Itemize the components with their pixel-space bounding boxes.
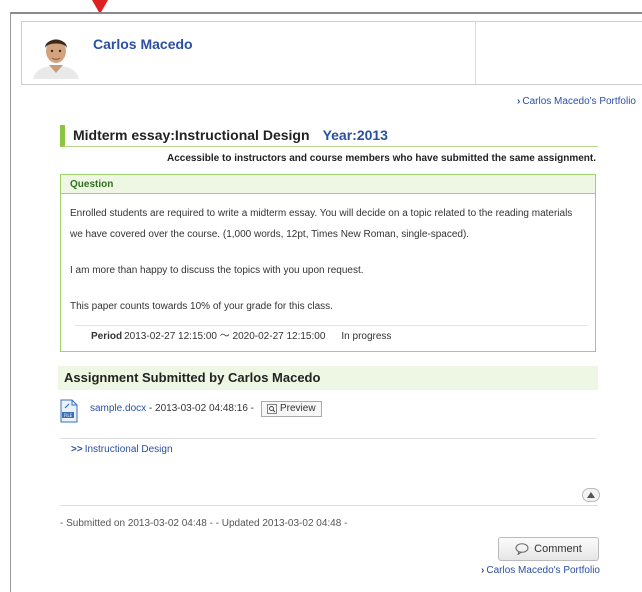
course-link-label: Instructional Design [84,444,173,455]
speech-bubble-icon [515,543,529,555]
question-paragraph: Enrolled students are required to write … [70,208,573,240]
question-body: Enrolled students are required to write … [61,194,595,317]
question-box: Question Enrolled students are required … [60,174,596,352]
avatar [31,29,81,79]
triangle-up-icon [587,492,595,498]
portfolio-link-top-label: Carlos Macedo's Portfolio [522,96,636,107]
profile-header: Carlos Macedo [21,21,642,85]
assignment-title-bar: Midterm essay:Instructional Design Year:… [60,125,598,147]
submission-info: - Submitted on 2013-03-02 04:48 - - Upda… [60,518,348,529]
file-meta: - 2013-03-02 04:48:16 - [146,403,254,414]
profile-name[interactable]: Carlos Macedo [93,36,193,52]
question-header: Question [61,175,595,194]
svg-text:FILE: FILE [64,413,73,418]
period-row: Period 2013-02-27 12:15:00 ～ 2020-02-27 1… [75,325,587,347]
access-note: Accessible to instructors and course mem… [166,153,596,164]
divider [60,505,598,506]
submission-heading: Assignment Submitted by Carlos Macedo [58,366,598,390]
scroll-top-button[interactable] [582,488,600,502]
period-value: 2013-02-27 12:15:00 ～ 2020-02-27 12:15:0… [124,331,326,342]
double-chevron-icon: >> [71,444,83,455]
period-label: Period [91,331,123,342]
file-name[interactable]: sample.docx [90,403,146,414]
portfolio-link-bottom[interactable]: › Carlos Macedo's Portfolio [481,565,600,576]
preview-label: Preview [280,403,316,414]
file-icon: FILE [60,399,78,423]
portfolio-link-top[interactable]: › Carlos Macedo's Portfolio [517,96,636,107]
portfolio-link-bottom-label: Carlos Macedo's Portfolio [486,565,600,576]
assignment-title: Midterm essay:Instructional Design [73,127,310,143]
magnifier-icon [267,404,277,414]
question-paragraph: I am more than happy to discuss the topi… [70,265,364,276]
assignment-year: Year:2013 [322,127,388,143]
comment-button[interactable]: Comment [498,537,599,561]
file-row: FILE sample.docx - 2013-03-02 04:48:16 -… [60,399,596,439]
comment-label: Comment [534,543,582,555]
course-link[interactable]: >> Instructional Design [71,444,173,455]
file-link[interactable]: sample.docx - 2013-03-02 04:48:16 - [90,403,254,414]
status-text: In progress [341,331,392,342]
chevron-right-icon: › [481,565,485,576]
preview-button[interactable]: Preview [261,401,322,417]
chevron-right-icon: › [517,96,521,107]
question-paragraph: This paper counts towards 10% of your gr… [70,301,333,312]
header-divider [475,22,476,84]
